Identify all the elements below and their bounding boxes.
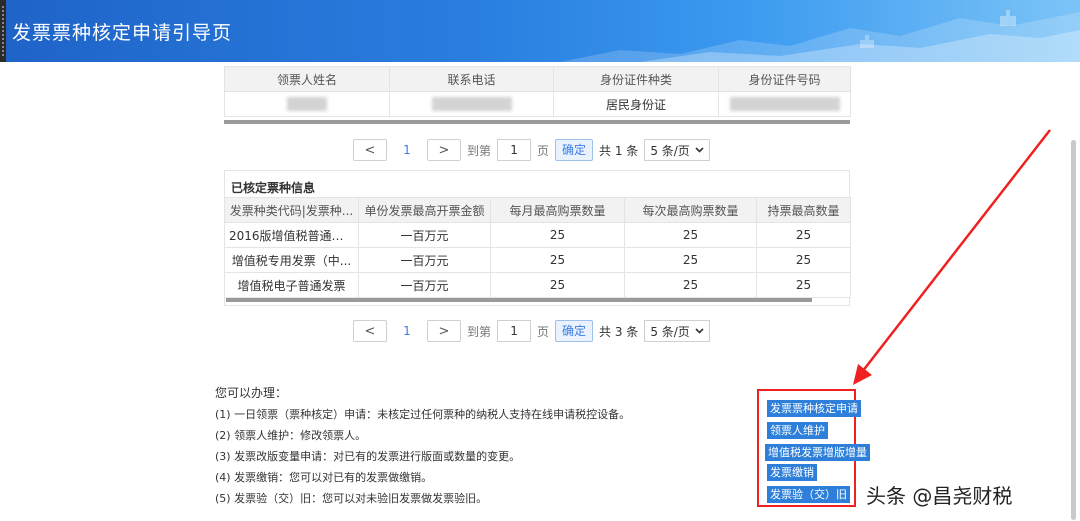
next-page-button[interactable]: > (427, 139, 461, 161)
approved-ticket-types-table: 发票种类代码|发票种... 单份发票最高开票金额 每月最高购票数量 每次最高购票… (224, 197, 851, 298)
watermark-text: 头条 @昌尧财税 (866, 484, 1013, 508)
chevron-down-icon (695, 328, 704, 334)
page-unit-label: 页 (537, 143, 550, 158)
column-header: 发票种类代码|发票种... (224, 197, 359, 223)
chevron-down-icon (695, 147, 704, 153)
invoice-verify-old-button[interactable]: 发票验（交）旧 (767, 486, 850, 503)
note-line: (2) 领票人维护：修改领票人。 (215, 429, 367, 442)
page-size-value: 5 条/页 (650, 324, 690, 339)
ticket-holder-maintenance-button[interactable]: 领票人维护 (767, 422, 828, 439)
table-cell: 2016版增值税普通发... (224, 222, 359, 248)
table-row: 增值税专用发票（中... 一百万元 25 25 25 (224, 247, 851, 273)
table-cell: 25 (490, 272, 625, 298)
prev-page-button[interactable]: < (353, 320, 387, 342)
horizontal-scrollbar[interactable] (224, 120, 850, 124)
available-actions-notes: 您可以办理： (1) 一日领票（票种核定）申请：未核定过任何票种的纳税人支持在线… (215, 384, 630, 513)
goto-confirm-button[interactable]: 确定 (555, 320, 594, 342)
note-line: (4) 发票缴销：您可以对已有的发票做缴销。 (215, 471, 433, 484)
table-cell: 25 (624, 222, 757, 248)
goto-page-input[interactable]: 1 (497, 139, 532, 161)
table-row: 居民身份证 (224, 91, 851, 117)
total-count: 共 1 条 (599, 143, 639, 158)
column-header: 每月最高购票数量 (490, 197, 625, 223)
column-header: 身份证件号码 (718, 66, 851, 92)
goto-confirm-button[interactable]: 确定 (555, 139, 594, 161)
action-buttons-highlight-box: 发票票种核定申请 领票人维护 增值税发票增版增量 发票缴销 发票验（交）旧 (757, 389, 870, 507)
page-unit-label: 页 (537, 324, 550, 339)
table-cell: 25 (624, 247, 757, 273)
horizontal-scrollbar[interactable] (226, 298, 812, 302)
table-cell: 25 (756, 247, 851, 273)
pagination-2: < 1 > 到第 1 页 确定 共 3 条 5 条/页 (353, 319, 711, 343)
next-page-button[interactable]: > (427, 320, 461, 342)
table-cell: 25 (624, 272, 757, 298)
invoice-cancellation-button[interactable]: 发票缴销 (767, 464, 817, 481)
name-cell-redacted (224, 91, 390, 117)
goto-page-input[interactable]: 1 (497, 320, 532, 342)
note-line: (3) 发票改版变量申请：对已有的发票进行版面或数量的变更。 (215, 450, 521, 463)
table-cell: 25 (490, 247, 625, 273)
goto-label: 到第 (467, 324, 492, 339)
table-row: 2016版增值税普通发... 一百万元 25 25 25 (224, 222, 851, 248)
ticket-type-approval-button[interactable]: 发票票种核定申请 (767, 400, 861, 417)
column-header: 联系电话 (389, 66, 554, 92)
table-header-row: 领票人姓名 联系电话 身份证件种类 身份证件号码 (224, 66, 851, 92)
note-line: (5) 发票验（交）旧：您可以对未验旧发票做发票验旧。 (215, 492, 488, 505)
redacted-block (287, 97, 327, 112)
pagination-1: < 1 > 到第 1 页 确定 共 1 条 5 条/页 (353, 138, 711, 162)
notes-heading: 您可以办理： (215, 386, 288, 400)
vat-invoice-upgrade-button[interactable]: 增值税发票增版增量 (765, 444, 870, 461)
page-size-select[interactable]: 5 条/页 (644, 320, 711, 342)
table-header-row: 发票种类代码|发票种... 单份发票最高开票金额 每月最高购票数量 每次最高购票… (224, 197, 851, 223)
column-header: 领票人姓名 (224, 66, 390, 92)
page-header: 发票票种核定申请引导页 (0, 0, 1080, 62)
column-header: 身份证件种类 (553, 66, 719, 92)
page-size-value: 5 条/页 (650, 143, 690, 158)
goto-label: 到第 (467, 143, 492, 158)
table-cell: 一百万元 (358, 272, 491, 298)
table-cell: 25 (756, 272, 851, 298)
ticket-holder-table: 领票人姓名 联系电话 身份证件种类 身份证件号码 居民身份证 (224, 66, 851, 117)
section-caption: 已核定票种信息 (231, 181, 316, 195)
column-header: 单份发票最高开票金额 (358, 197, 491, 223)
table-cell: 一百万元 (358, 247, 491, 273)
phone-cell-redacted (389, 91, 554, 117)
vertical-scrollbar[interactable] (1071, 140, 1076, 520)
current-page-number[interactable]: 1 (387, 324, 427, 338)
column-header: 每次最高购票数量 (624, 197, 757, 223)
redacted-block (431, 97, 512, 112)
page-size-select[interactable]: 5 条/页 (644, 139, 711, 161)
id-number-cell-redacted (718, 91, 851, 117)
page-title: 发票票种核定申请引导页 (12, 22, 233, 44)
table-cell: 一百万元 (358, 222, 491, 248)
window-edge (0, 0, 6, 62)
column-header: 持票最高数量 (756, 197, 851, 223)
note-line: (1) 一日领票（票种核定）申请：未核定过任何票种的纳税人支持在线申请税控设备。 (215, 408, 631, 421)
redacted-block (729, 97, 840, 112)
great-wall-banner-illustration (560, 10, 1080, 62)
table-cell: 增值税专用发票（中... (224, 247, 359, 273)
id-type-cell: 居民身份证 (553, 91, 719, 117)
current-page-number[interactable]: 1 (387, 143, 427, 157)
prev-page-button[interactable]: < (353, 139, 387, 161)
table-row: 增值税电子普通发票 一百万元 25 25 25 (224, 272, 851, 298)
table-cell: 增值税电子普通发票 (224, 272, 359, 298)
table-cell: 25 (756, 222, 851, 248)
total-count: 共 3 条 (599, 324, 639, 339)
table-cell: 25 (490, 222, 625, 248)
